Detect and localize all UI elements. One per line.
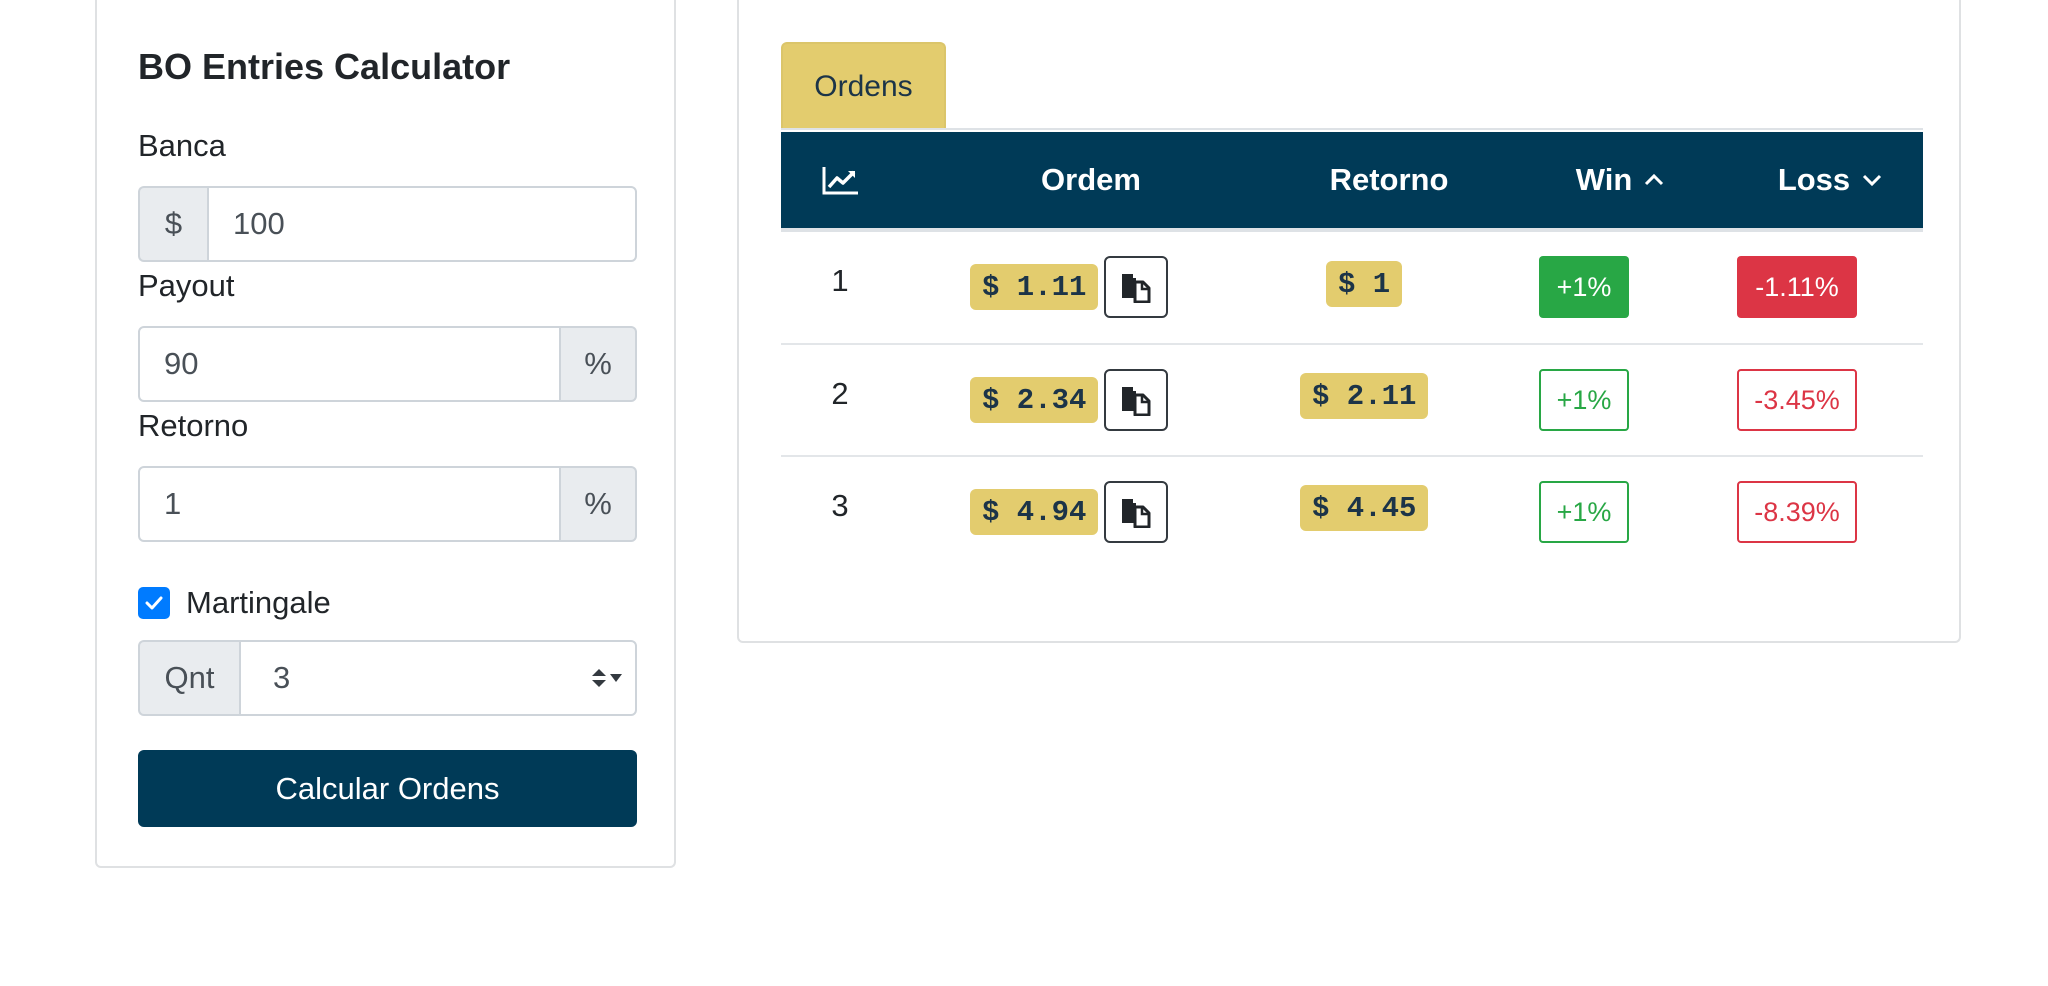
table-header: Ordem Retorno Win Loss (781, 132, 1923, 228)
tab-ordens[interactable]: Ordens (781, 42, 946, 130)
ordem-value: $ 2.34 (970, 377, 1099, 423)
select-arrows-icon (592, 669, 622, 687)
row-number: 3 (831, 488, 849, 523)
calculator-title: BO Entries Calculator (138, 46, 511, 87)
copy-icon (1122, 387, 1151, 416)
banca-input[interactable]: 100 (207, 186, 637, 262)
qnt-input-group: Qnt 3 (138, 640, 637, 716)
row-divider (781, 343, 1923, 345)
win-badge: +1% (1539, 481, 1629, 543)
col-header-loss-label: Loss (1777, 162, 1851, 197)
banca-label: Banca (138, 128, 226, 163)
col-header-ordem: Ordem (1041, 162, 1141, 197)
ordem-value: $ 4.94 (970, 489, 1099, 535)
col-header-loss[interactable]: Loss (1741, 132, 1921, 228)
retorno-suffix: % (561, 466, 637, 542)
copy-button[interactable] (1104, 256, 1168, 318)
chevron-down-icon (1863, 174, 1882, 187)
banca-input-group: $ 100 (138, 186, 637, 262)
payout-input[interactable]: 90 (138, 326, 561, 402)
loss-badge: -8.39% (1737, 481, 1857, 543)
chevron-up-icon (1645, 173, 1664, 186)
col-header-win-label: Win (1575, 162, 1633, 197)
table-header-border (781, 228, 1923, 232)
payout-label: Payout (138, 268, 235, 303)
qnt-select-value: 3 (273, 660, 291, 695)
martingale-checkbox[interactable] (138, 587, 170, 619)
loss-badge: -3.45% (1737, 369, 1857, 431)
col-header-win[interactable]: Win (1531, 132, 1711, 228)
results-card: Ordens Ordem Retorno Win Loss 1 $ 1.11 $… (737, 0, 1961, 643)
row-number: 2 (831, 376, 849, 411)
retorno-label: Retorno (138, 408, 249, 443)
copy-button[interactable] (1104, 369, 1168, 431)
row-number: 1 (831, 263, 849, 298)
retorno-input-group: 1 % (138, 466, 637, 542)
calculator-card: BO Entries Calculator Banca $ 100 Payout… (95, 0, 676, 868)
win-badge: +1% (1539, 256, 1629, 318)
chart-line-icon (781, 132, 901, 228)
row-divider (781, 455, 1923, 457)
qnt-select[interactable]: 3 (239, 640, 637, 716)
check-icon (145, 596, 163, 610)
retorno-input[interactable]: 1 (138, 466, 561, 542)
win-badge: +1% (1539, 369, 1629, 431)
payout-suffix: % (561, 326, 637, 402)
retorno-value: $ 2.11 (1300, 373, 1429, 419)
qnt-prefix: Qnt (138, 640, 239, 716)
copy-button[interactable] (1104, 481, 1168, 543)
tab-divider (781, 128, 1923, 130)
col-header-retorno: Retorno (1329, 162, 1449, 197)
martingale-label[interactable]: Martingale (186, 585, 331, 621)
banca-prefix: $ (138, 186, 207, 262)
calculate-orders-button[interactable]: Calcular Ordens (138, 750, 637, 827)
copy-icon (1122, 274, 1151, 303)
ordem-value: $ 1.11 (970, 264, 1099, 310)
payout-input-group: 90 % (138, 326, 637, 402)
retorno-value: $ 1 (1326, 261, 1403, 307)
loss-badge: -1.11% (1737, 256, 1857, 318)
copy-icon (1122, 499, 1151, 528)
martingale-row: Martingale (138, 585, 331, 621)
retorno-value: $ 4.45 (1300, 485, 1429, 531)
